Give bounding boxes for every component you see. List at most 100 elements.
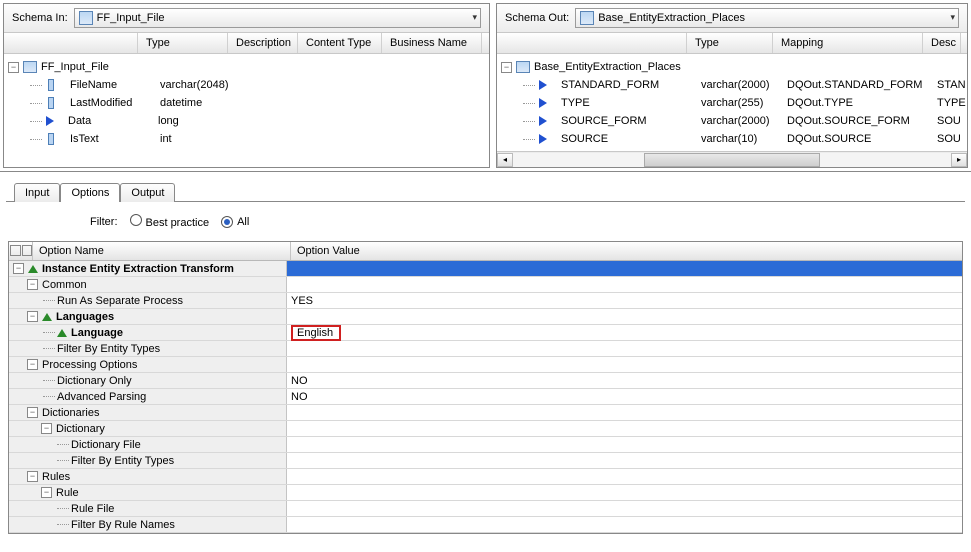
collapse-icon[interactable]: − bbox=[8, 62, 19, 73]
tree-column[interactable]: LastModified datetime bbox=[8, 94, 489, 112]
triangle-icon bbox=[28, 265, 38, 273]
expand-icon[interactable]: − bbox=[27, 279, 38, 290]
table-icon bbox=[580, 11, 594, 25]
option-value[interactable] bbox=[287, 357, 962, 372]
col-type: varchar(2048) bbox=[152, 79, 242, 91]
option-row[interactable]: −Dictionary bbox=[9, 421, 962, 437]
tab-options[interactable]: Options bbox=[60, 183, 120, 202]
expand-icon[interactable]: − bbox=[27, 311, 38, 322]
option-row[interactable]: −Instance Entity Extraction Transform bbox=[9, 261, 962, 277]
col-name: FileName bbox=[62, 79, 152, 91]
filter-label: Filter: bbox=[90, 216, 118, 228]
option-value[interactable]: NO bbox=[287, 389, 962, 404]
collapse-icon[interactable]: − bbox=[501, 62, 512, 73]
option-value[interactable] bbox=[287, 517, 962, 532]
tree-column[interactable]: IsText int bbox=[8, 130, 489, 148]
filter-best-practice[interactable]: Best practice bbox=[130, 214, 210, 229]
tree-column[interactable]: SOURCE varchar(10) DQOut.SOURCE SOU bbox=[501, 130, 967, 148]
scroll-track[interactable] bbox=[513, 153, 951, 167]
filter-all[interactable]: All bbox=[221, 216, 249, 228]
option-row[interactable]: −Dictionaries bbox=[9, 405, 962, 421]
scroll-left-icon[interactable]: ◂ bbox=[497, 153, 513, 167]
expand-icon[interactable]: − bbox=[41, 423, 52, 434]
option-value[interactable]: English bbox=[287, 325, 962, 340]
horizontal-scrollbar[interactable]: ◂ ▸ bbox=[497, 151, 967, 167]
option-value[interactable]: NO bbox=[287, 373, 962, 388]
option-row[interactable]: Rule File bbox=[9, 501, 962, 517]
col-header-business-name[interactable]: Business Name bbox=[382, 33, 482, 53]
schema-out-dropdown[interactable]: Base_EntityExtraction_Places ▾ bbox=[575, 8, 959, 28]
scroll-thumb[interactable] bbox=[644, 153, 819, 167]
option-name: Language bbox=[71, 327, 123, 339]
option-row[interactable]: Filter By Rule Names bbox=[9, 517, 962, 533]
option-value[interactable] bbox=[287, 277, 962, 292]
col-header-mapping[interactable]: Mapping bbox=[773, 33, 923, 53]
option-value[interactable] bbox=[287, 501, 962, 516]
tab-output[interactable]: Output bbox=[120, 183, 175, 202]
col-header-blank[interactable] bbox=[4, 33, 138, 53]
option-row[interactable]: Filter By Entity Types bbox=[9, 453, 962, 469]
arrow-icon bbox=[539, 134, 547, 144]
option-row[interactable]: −Common bbox=[9, 277, 962, 293]
expand-icon[interactable]: − bbox=[27, 471, 38, 482]
option-row[interactable]: Language English bbox=[9, 325, 962, 341]
tab-input[interactable]: Input bbox=[14, 183, 60, 202]
schema-in-dropdown[interactable]: FF_Input_File ▾ bbox=[74, 8, 481, 28]
tree-root[interactable]: − FF_Input_File bbox=[8, 58, 489, 76]
option-value[interactable] bbox=[287, 341, 962, 356]
option-name: Dictionaries bbox=[42, 407, 99, 419]
schema-in-label: Schema In: bbox=[12, 12, 68, 24]
option-value[interactable] bbox=[287, 469, 962, 484]
col-header-content-type[interactable]: Content Type bbox=[298, 33, 382, 53]
option-row[interactable]: −Rules bbox=[9, 469, 962, 485]
col-header-desc[interactable]: Desc bbox=[923, 33, 961, 53]
tree-column[interactable]: Data long bbox=[8, 112, 489, 130]
option-row[interactable]: Dictionary File bbox=[9, 437, 962, 453]
option-value[interactable] bbox=[287, 485, 962, 500]
scroll-right-icon[interactable]: ▸ bbox=[951, 153, 967, 167]
option-value[interactable]: YES bbox=[287, 293, 962, 308]
tree-column[interactable]: FileName varchar(2048) bbox=[8, 76, 489, 94]
option-value[interactable] bbox=[287, 437, 962, 452]
option-row[interactable]: −Rule bbox=[9, 485, 962, 501]
expand-icon[interactable]: − bbox=[13, 263, 24, 274]
option-row[interactable]: Filter By Entity Types bbox=[9, 341, 962, 357]
schema-in-tree[interactable]: − FF_Input_File FileName varchar(2048) L… bbox=[4, 54, 489, 167]
option-row[interactable]: −Processing Options bbox=[9, 357, 962, 373]
option-check-header[interactable] bbox=[9, 242, 33, 260]
tree-root[interactable]: − Base_EntityExtraction_Places bbox=[501, 58, 967, 76]
col-type: varchar(2000) bbox=[693, 79, 779, 91]
option-row[interactable]: Dictionary Only NO bbox=[9, 373, 962, 389]
expand-icon[interactable]: − bbox=[27, 359, 38, 370]
option-value[interactable] bbox=[287, 421, 962, 436]
col-header-desc[interactable]: Description bbox=[228, 33, 298, 53]
col-desc: STAN bbox=[929, 79, 967, 91]
option-row[interactable]: −Languages bbox=[9, 309, 962, 325]
expand-icon[interactable]: − bbox=[41, 487, 52, 498]
option-value-header[interactable]: Option Value bbox=[291, 242, 962, 260]
tree-column[interactable]: TYPE varchar(255) DQOut.TYPE TYPE bbox=[501, 94, 967, 112]
col-header-type[interactable]: Type bbox=[138, 33, 228, 53]
option-value-highlight: English bbox=[291, 325, 341, 341]
option-name: Run As Separate Process bbox=[57, 295, 183, 307]
schema-out-tree[interactable]: − Base_EntityExtraction_Places STANDARD_… bbox=[497, 54, 967, 151]
option-row[interactable]: Run As Separate Process YES bbox=[9, 293, 962, 309]
option-name: Rule File bbox=[71, 503, 114, 515]
option-value[interactable] bbox=[287, 309, 962, 324]
expand-icon[interactable]: − bbox=[27, 407, 38, 418]
col-name: SOURCE bbox=[553, 133, 693, 145]
col-name: Data bbox=[60, 115, 150, 127]
chevron-down-icon: ▾ bbox=[950, 12, 955, 23]
col-header-type[interactable]: Type bbox=[687, 33, 773, 53]
col-header-blank[interactable] bbox=[497, 33, 687, 53]
option-value[interactable] bbox=[287, 261, 962, 276]
option-value[interactable] bbox=[287, 405, 962, 420]
option-row[interactable]: Advanced Parsing NO bbox=[9, 389, 962, 405]
tree-column[interactable]: STANDARD_FORM varchar(2000) DQOut.STANDA… bbox=[501, 76, 967, 94]
option-value[interactable] bbox=[287, 453, 962, 468]
tree-column[interactable]: SOURCE_FORM varchar(2000) DQOut.SOURCE_F… bbox=[501, 112, 967, 130]
arrow-icon bbox=[539, 116, 547, 126]
col-type: int bbox=[152, 133, 242, 145]
col-type: long bbox=[150, 115, 240, 127]
option-name-header[interactable]: Option Name bbox=[33, 242, 291, 260]
